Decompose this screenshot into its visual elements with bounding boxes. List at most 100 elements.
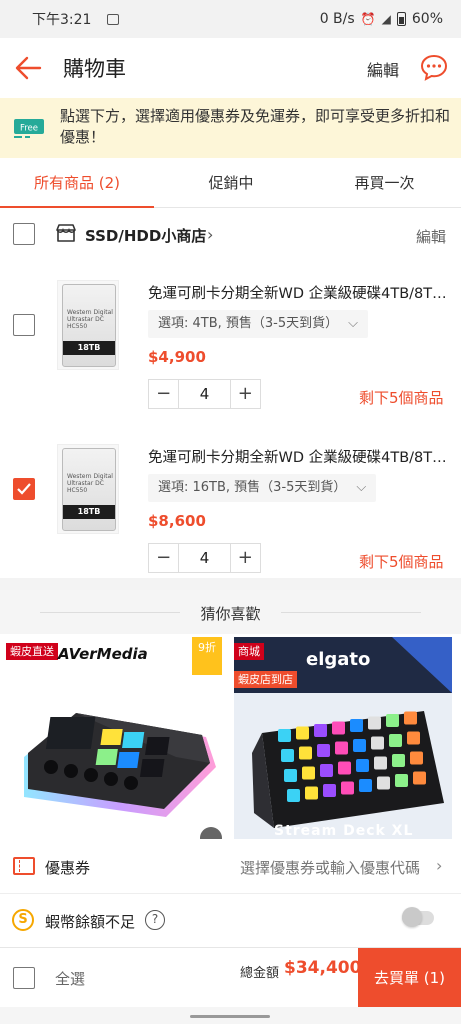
check-icon (17, 483, 31, 495)
promo-banner[interactable]: Free 點選下方，選擇適用優惠券及免運券，即可享受更多折扣和優惠！ (0, 98, 461, 158)
coupon-row[interactable]: 優惠券 選擇優惠券或輸入優惠代碼 › (0, 840, 461, 894)
increase-button[interactable]: + (231, 380, 260, 408)
decrease-button[interactable]: − (149, 544, 178, 572)
variant-text: 選項: 16TB, 預售（3-5天到貨） (158, 480, 347, 495)
battery-icon (396, 12, 406, 26)
deck-key (287, 789, 300, 802)
item-checkbox[interactable] (13, 478, 35, 500)
cart-tabs: 所有商品 (2) 促銷中 再買一次 (0, 160, 461, 208)
deck-key (410, 751, 423, 765)
deck-key (404, 711, 417, 725)
product-price: $4,900 (148, 348, 206, 366)
coupon-icon (13, 857, 35, 875)
increase-button[interactable]: + (231, 544, 260, 572)
deck-key (395, 774, 408, 787)
back-arrow-icon[interactable] (14, 54, 42, 82)
chevron-down-icon: ⌵ (356, 480, 367, 495)
coins-label: 蝦幣餘額不足 (45, 913, 136, 931)
deck-key (302, 766, 315, 780)
quantity-input[interactable]: 4 (178, 380, 231, 408)
total-amount: $34,400 (284, 958, 362, 978)
recommend-card[interactable]: 商城 蝦皮店到店 elgato Stream Deck XL (234, 637, 452, 839)
deck-key (353, 739, 366, 752)
hdd-brand: Western Digital (67, 309, 113, 316)
checkout-button[interactable]: 去買單 (1) (358, 948, 461, 1008)
shop-edit-button[interactable]: 編輯 (416, 226, 446, 247)
product-brand: AVerMedia (58, 645, 148, 663)
deck-key (392, 754, 405, 767)
product-price: $8,600 (148, 512, 206, 530)
tab-all-items[interactable]: 所有商品 (2) (0, 160, 154, 208)
shop-name[interactable]: SSD/HDD小商店 (85, 225, 206, 246)
quantity-stepper: − 4 + (148, 379, 261, 409)
chevron-right-icon[interactable]: › (207, 225, 213, 244)
deck-key (332, 721, 345, 735)
item-checkbox[interactable] (13, 314, 35, 336)
stream-deck-image (252, 711, 444, 828)
store-pickup-badge: 蝦皮店到店 (234, 671, 297, 688)
gallery-icon (107, 13, 120, 25)
alarm-icon: ⏰ (360, 12, 376, 26)
deck-key (284, 769, 297, 782)
total-label: 總金額 (240, 966, 280, 981)
coupon-label: 優惠券 (45, 859, 91, 877)
variant-selector[interactable]: 選項: 4TB, 預售（3-5天到貨） ⌵ (148, 310, 368, 338)
quantity-input[interactable]: 4 (178, 544, 231, 572)
status-speed: 0 B/s (319, 11, 355, 27)
signal-icon: ◢ (381, 12, 391, 26)
product-image[interactable]: Western Digital Ultrastar DC HC550 18TB (57, 280, 119, 370)
coin-icon: S (12, 909, 34, 931)
deck-key (377, 776, 390, 790)
tab-buy-again[interactable]: 再買一次 (308, 160, 461, 208)
deck-key (320, 764, 333, 777)
recommend-header: 猜你喜歡 (0, 590, 461, 634)
banner-text: 點選下方，選擇適用優惠券及免運券，即可享受更多折扣和優惠！ (60, 107, 451, 146)
hdd-capacity: 18TB (63, 505, 115, 519)
shop-checkbox[interactable] (13, 223, 35, 245)
play-icon[interactable] (200, 827, 222, 839)
stream-controller-image (24, 713, 216, 817)
coins-row: S 蝦幣餘額不足 ? (0, 895, 461, 947)
product-brand: elgato (306, 649, 371, 670)
edit-button[interactable]: 編輯 (367, 57, 399, 81)
home-handle[interactable] (190, 1015, 270, 1018)
deck-key (305, 786, 318, 800)
hdd-model: Ultrastar DC HC550 (67, 480, 104, 494)
chat-icon[interactable] (419, 53, 449, 83)
product-name[interactable]: 免運可刷卡分期全新WD 企業級硬碟4TB/8TB/16TB (148, 446, 448, 467)
deck-key (386, 714, 399, 727)
tab-on-sale[interactable]: 促銷中 (154, 160, 308, 208)
stock-remaining: 剩下5個商品 (359, 389, 444, 407)
system-nav-bar (0, 1007, 461, 1024)
product-image[interactable]: Western Digital Ultrastar DC HC550 18TB (57, 444, 119, 534)
product-caption: Stream Deck XL (274, 823, 414, 839)
product-name[interactable]: 免運可刷卡分期全新WD 企業級硬碟4TB/8TB/16TB (148, 282, 448, 303)
direct-ship-badge: 蝦皮直送 (6, 643, 58, 660)
variant-selector[interactable]: 選項: 16TB, 預售（3-5天到貨） ⌵ (148, 474, 377, 502)
deck-key (374, 756, 387, 770)
select-all-checkbox[interactable] (13, 967, 35, 989)
help-icon[interactable]: ? (145, 910, 165, 930)
decrease-button[interactable]: − (149, 380, 178, 408)
deck-key (317, 744, 330, 757)
store-icon (56, 224, 76, 242)
stock-remaining: 剩下5個商品 (359, 553, 444, 571)
app-header: 購物車 編輯 (0, 38, 461, 98)
coins-toggle[interactable] (402, 907, 434, 927)
page-title: 購物車 (63, 57, 126, 81)
deck-key (356, 759, 369, 772)
recommend-card[interactable]: 蝦皮直送 AVerMedia 9折 (6, 637, 226, 839)
cart-item: Western Digital Ultrastar DC HC550 18TB … (0, 262, 461, 412)
deck-key (335, 741, 348, 755)
deck-key (359, 779, 372, 792)
discount-badge: 9折 (192, 637, 222, 675)
hdd-brand: Western Digital (67, 473, 113, 480)
deck-key (281, 749, 294, 762)
hdd-image: Western Digital Ultrastar DC HC550 18TB (62, 284, 116, 367)
chevron-right-icon: › (436, 856, 443, 875)
hdd-model: Ultrastar DC HC550 (67, 316, 104, 330)
deck-key (341, 781, 354, 795)
card-accent (392, 637, 452, 693)
hdd-image: Western Digital Ultrastar DC HC550 18TB (62, 448, 116, 531)
select-all-label[interactable]: 全選 (55, 968, 85, 989)
